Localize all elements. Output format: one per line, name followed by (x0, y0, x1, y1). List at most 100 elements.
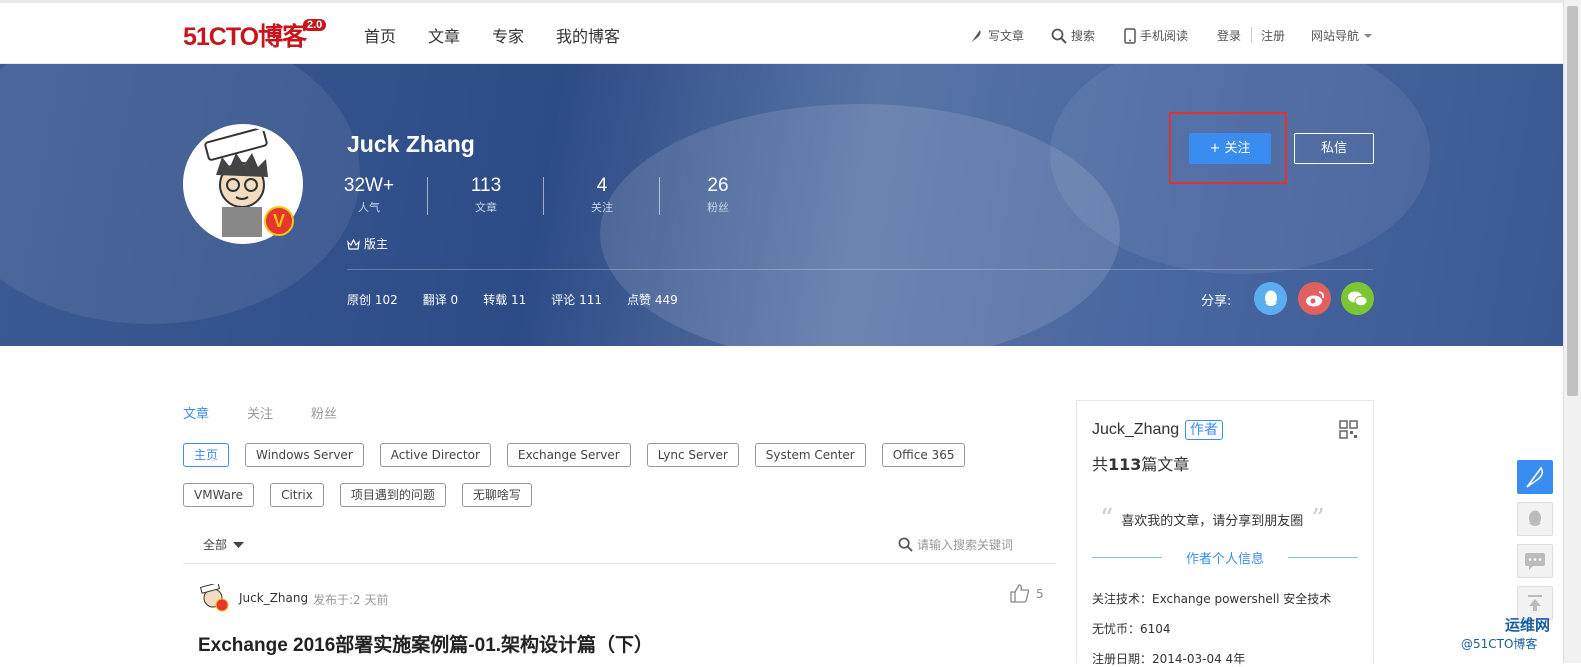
list-divider (183, 563, 1056, 564)
qq-icon (1264, 290, 1277, 306)
stat-following[interactable]: 4 关注 (544, 175, 660, 215)
content-tabs: 文章 关注 粉丝 (183, 403, 337, 422)
open-quote-icon: “ (1100, 504, 1114, 534)
tag-item[interactable]: Windows Server (245, 443, 364, 467)
stat-number: 26 (707, 175, 729, 196)
tag-item[interactable]: Active Director (379, 443, 491, 467)
site-nav-dropdown[interactable]: 网站导航 (1311, 27, 1373, 44)
share-weibo-button[interactable] (1298, 282, 1331, 315)
search-placeholder: 请输入搜索关键词 (917, 538, 1014, 552)
sidebar-quote: “ 喜欢我的文章，请分享到朋友圈 ” (1100, 506, 1325, 532)
search-label: 搜索 (1071, 29, 1096, 43)
sidebar-article-count: 共113篇文章 (1092, 451, 1189, 475)
message-button[interactable]: 私信 (1294, 133, 1374, 164)
nav-articles[interactable]: 文章 (428, 23, 460, 47)
arrow-up-icon (1528, 595, 1542, 611)
tag-item[interactable]: System Center (754, 443, 866, 467)
tag-item[interactable]: VMWare (183, 483, 255, 507)
banner-decoration (600, 104, 1120, 346)
follow-button[interactable]: + 关注 (1189, 133, 1271, 164)
search-link[interactable]: 搜索 (1051, 27, 1095, 44)
watermark-sub: @51CTO博客 (1461, 637, 1538, 651)
nav-divider (1251, 27, 1252, 43)
watermark-brand: 运维网 (1505, 616, 1551, 634)
logo-text: 51CTO博客 (183, 23, 307, 51)
feather-icon (1526, 466, 1544, 488)
sidebar-author-name[interactable]: Juck_Zhang (1092, 421, 1179, 439)
weibo-icon (1305, 290, 1324, 306)
article-search-input[interactable]: 请输入搜索关键词 (898, 536, 1013, 553)
site-nav-label: 网站导航 (1311, 29, 1360, 43)
tag-item[interactable]: 项目遇到的问题 (339, 483, 446, 507)
follow-label: 关注 (1224, 141, 1251, 156)
tag-item[interactable]: Office 365 (881, 443, 966, 467)
nav-experts[interactable]: 专家 (492, 23, 524, 47)
avatar-cartoon-icon (199, 582, 229, 612)
float-write-button[interactable] (1517, 460, 1553, 494)
float-comment-button[interactable] (1517, 544, 1553, 578)
stat-number: 4 (596, 175, 608, 196)
count-likes: 点赞 449 (627, 293, 678, 307)
profile-name: Juck Zhang (347, 131, 475, 157)
count-number: 113 (1108, 455, 1142, 474)
write-article-link[interactable]: 写文章 (968, 27, 1024, 44)
stat-followers[interactable]: 26 粉丝 (660, 175, 776, 215)
nav-my-blog[interactable]: 我的博客 (556, 23, 620, 47)
quote-text: 喜欢我的文章，请分享到朋友圈 (1121, 513, 1304, 529)
post-title[interactable]: Exchange 2016部署实施案例篇-01.架构设计篇（下） (198, 630, 653, 657)
scrollbar-thumb[interactable] (1567, 6, 1578, 396)
logo-version: 2.0 (303, 19, 327, 31)
register-link[interactable]: 注册 (1261, 27, 1285, 44)
search-icon (898, 537, 913, 552)
close-quote-icon: ” (1311, 504, 1325, 534)
banner-divider (347, 269, 1373, 270)
write-label: 写文章 (988, 29, 1025, 43)
author-info-title: 作者个人信息 (1185, 552, 1264, 567)
watermark: 运维网 @51CTO博客 (1461, 614, 1550, 652)
stat-popularity: 32W+ 人气 (311, 175, 427, 215)
share-qq-button[interactable] (1254, 282, 1287, 315)
nav-home[interactable]: 首页 (364, 23, 396, 47)
tab-articles[interactable]: 文章 (183, 403, 209, 422)
post-author[interactable]: Juck_Zhang (239, 591, 308, 605)
moderator-badge: 版主 (347, 235, 388, 252)
caret-down-icon (233, 541, 245, 548)
qq-icon (1529, 510, 1541, 526)
stat-number: 32W+ (343, 175, 395, 196)
page-scrollbar[interactable] (1563, 0, 1581, 663)
chat-icon (1525, 553, 1545, 570)
tag-item[interactable]: Citrix (270, 483, 324, 507)
stat-label: 关注 (591, 201, 613, 214)
phone-icon (1124, 27, 1136, 44)
plus-icon: + (1209, 141, 1221, 156)
float-qq-button[interactable] (1517, 502, 1553, 536)
tab-followers[interactable]: 粉丝 (311, 403, 337, 422)
feather-icon (971, 29, 981, 43)
wechat-icon (1347, 291, 1367, 306)
count-translated: 翻译 0 (422, 293, 459, 307)
stat-label: 粉丝 (707, 201, 729, 214)
login-link[interactable]: 登录 (1217, 27, 1241, 44)
tag-item[interactable]: 主页 (183, 443, 230, 467)
stat-label: 文章 (475, 201, 497, 214)
count-comments: 评论 111 (551, 293, 603, 307)
site-logo[interactable]: 51CTO博客 2.0 (183, 17, 327, 53)
tab-following[interactable]: 关注 (247, 403, 273, 422)
verified-badge-icon: V (264, 206, 294, 236)
post-author-avatar[interactable] (199, 582, 229, 612)
banner-decoration (0, 64, 360, 324)
count-suffix: 篇文章 (1141, 455, 1190, 474)
tag-item[interactable]: Exchange Server (506, 443, 631, 467)
filter-label: 全部 (203, 538, 228, 552)
qrcode-icon[interactable] (1339, 420, 1358, 439)
mobile-read-link[interactable]: 手机阅读 (1124, 27, 1188, 44)
like-count: 5 (1036, 586, 1044, 601)
tag-item[interactable]: 无聊啥写 (461, 483, 532, 507)
post-time: 发布于:2 天前 (313, 593, 389, 607)
stat-articles[interactable]: 113 文章 (428, 175, 544, 215)
post-like-button[interactable]: 5 (1010, 584, 1044, 603)
author-coins: 无忧币：6104 (1092, 622, 1171, 636)
share-wechat-button[interactable] (1341, 282, 1374, 315)
tag-item[interactable]: Lync Server (646, 443, 739, 467)
filter-dropdown[interactable]: 全部 (203, 536, 245, 553)
